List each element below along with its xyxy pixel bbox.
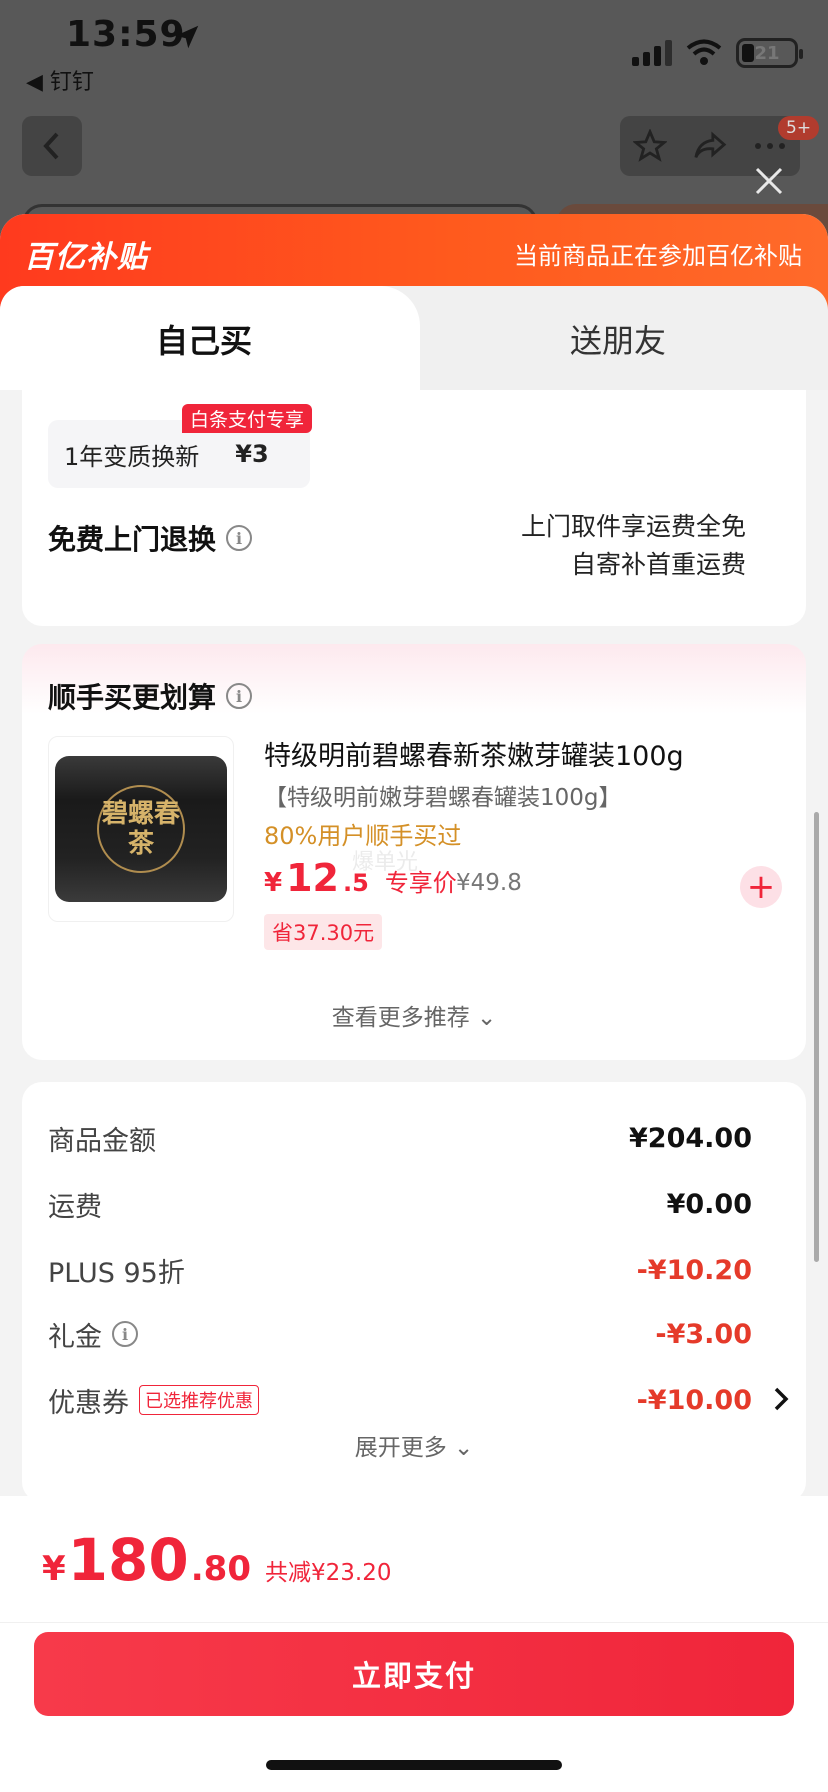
return-title-text: 免费上门退换 — [48, 523, 217, 556]
checkout-sheet: 百亿补贴 当前商品正在参加百亿补贴 送朋友 自己买 1年变质换新 ¥3 白条支付… — [0, 214, 828, 1792]
add-product-button[interactable]: + — [740, 866, 782, 908]
return-line: 自寄补首重运费 — [570, 550, 746, 579]
tea-can-image: 碧螺春茶 — [55, 756, 227, 902]
tab-gift[interactable]: 送朋友 — [420, 286, 828, 390]
promo-logo: 百亿补贴 — [24, 240, 148, 275]
purchase-tabs: 送朋友 自己买 — [0, 286, 828, 390]
wifi-icon — [686, 39, 722, 65]
back-to-app-link[interactable]: ◀ 钉钉 — [26, 64, 94, 96]
fee-row: 运费 ¥0.00 — [48, 1184, 780, 1224]
total-symbol: ¥ — [42, 1549, 66, 1589]
coupon-row[interactable]: 优惠券 已选推荐优惠 -¥10.00 — [48, 1380, 789, 1420]
can-label: 碧螺春茶 — [97, 785, 185, 873]
price-label: 专享价 — [384, 869, 457, 897]
share-icon[interactable] — [693, 129, 727, 163]
coupon-tag: 已选推荐优惠 — [139, 1385, 259, 1415]
divider — [0, 1622, 828, 1623]
savings-badge: 省37.30元 — [264, 914, 383, 950]
info-icon[interactable]: i — [112, 1321, 138, 1347]
fee-row: 商品金额 ¥204.00 — [48, 1118, 780, 1158]
product-spec: 【特级明前嫩芽碧螺春罐装100g】 — [264, 785, 622, 811]
total-price: ¥ 180 .80 共减¥23.20 — [42, 1526, 391, 1594]
fee-label: PLUS 95折 — [48, 1257, 185, 1289]
fee-value: -¥10.20 — [636, 1254, 752, 1286]
battery-icon: 21 — [736, 38, 803, 68]
fee-value: ¥204.00 — [629, 1122, 752, 1154]
signal-icon — [632, 40, 672, 66]
price-symbol: ¥ — [264, 868, 283, 898]
fee-row: 礼金 i -¥3.00 — [48, 1314, 780, 1354]
battery-level: 21 — [754, 42, 780, 64]
return-title: 免费上门退换 i — [48, 518, 253, 558]
combo-card: 顺手买更划算 i 碧螺春茶 特级明前碧螺春新茶嫩芽罐装100g 【特级明前嫩芽碧… — [22, 644, 806, 1060]
back-button[interactable] — [22, 116, 82, 176]
info-icon[interactable]: i — [226, 683, 253, 709]
fee-value: -¥3.00 — [655, 1318, 752, 1350]
total-reduced: 共减¥23.20 — [264, 1560, 392, 1586]
original-price: ¥49.8 — [456, 870, 522, 896]
service-price: ¥3 — [235, 440, 269, 468]
product-price: ¥ 12 .5 专享价 — [264, 856, 457, 900]
chevron-left-icon — [43, 132, 59, 160]
star-icon[interactable] — [633, 129, 667, 163]
location-arrow-icon — [175, 25, 199, 49]
home-indicator[interactable] — [266, 1760, 562, 1770]
fee-value: -¥10.00 — [636, 1384, 752, 1416]
more-icon[interactable] — [753, 141, 787, 151]
tab-self[interactable]: 自己买 — [0, 286, 420, 390]
fee-label: 礼金 — [48, 1321, 102, 1353]
pay-now-button[interactable]: 立即支付 — [34, 1632, 794, 1716]
expand-more-link[interactable]: 展开更多 ⌄ — [22, 1428, 806, 1462]
service-name: 1年变质换新 — [64, 442, 200, 471]
price-breakdown-card: 商品金额 ¥204.00 运费 ¥0.00 PLUS 95折 -¥10.20 礼… — [22, 1082, 806, 1502]
promo-text: 当前商品正在参加百亿补贴 — [514, 242, 802, 270]
total-integer: 180 — [67, 1526, 189, 1594]
service-card: 1年变质换新 ¥3 白条支付专享 免费上门退换 i 上门取件享运费全免 自寄补首… — [22, 390, 806, 626]
fee-label-group: 礼金 i — [48, 1315, 138, 1354]
price-decimal: .5 — [342, 869, 369, 897]
combo-title: 顺手买更划算 i — [48, 676, 253, 716]
product-name[interactable]: 特级明前碧螺春新茶嫩芽罐装100g — [264, 734, 684, 773]
fee-label: 商品金额 — [48, 1125, 156, 1157]
return-line: 上门取件享运费全免 — [520, 512, 746, 541]
return-description: 上门取件享运费全免 自寄补首重运费 — [521, 508, 746, 584]
fee-label: 优惠券 — [48, 1387, 129, 1419]
fee-label-group: 优惠券 已选推荐优惠 — [48, 1381, 259, 1420]
info-icon[interactable]: i — [226, 525, 253, 551]
message-badge: 5+ — [778, 116, 820, 140]
fee-row: PLUS 95折 -¥10.20 — [48, 1250, 780, 1290]
status-time: 13:59 — [66, 14, 186, 55]
more-recommendations-link[interactable]: 查看更多推荐 ⌄ — [22, 998, 806, 1032]
tab-label: 送朋友 — [570, 322, 667, 360]
fee-label: 运费 — [48, 1191, 102, 1223]
service-tag: 白条支付专享 — [182, 404, 313, 433]
close-icon[interactable] — [752, 164, 786, 198]
fee-value: ¥0.00 — [666, 1188, 752, 1220]
price-integer: 12 — [286, 856, 339, 900]
combo-title-text: 顺手买更划算 — [48, 681, 217, 714]
total-decimal: .80 — [190, 1549, 251, 1589]
tab-label: 自己买 — [156, 322, 253, 360]
scrollbar[interactable] — [814, 812, 819, 1262]
chevron-right-icon — [774, 1387, 789, 1411]
checkout-bar: ¥ 180 .80 共减¥23.20 立即支付 — [0, 1496, 828, 1792]
status-indicators: 21 — [632, 38, 803, 68]
product-image[interactable]: 碧螺春茶 — [48, 736, 234, 922]
